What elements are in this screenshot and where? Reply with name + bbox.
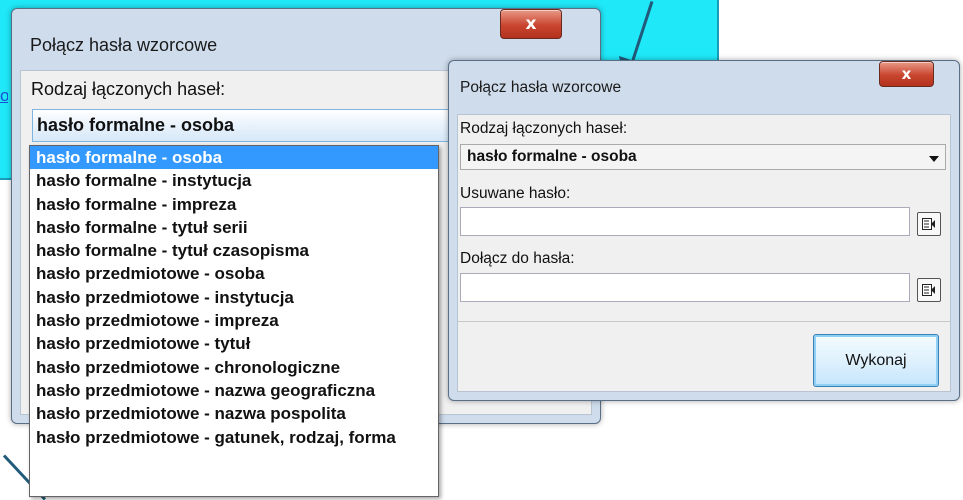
dropdown-option[interactable]: hasło formalne - osoba — [30, 146, 438, 170]
dropdown-option[interactable]: hasło formalne - tytuł serii — [30, 216, 438, 239]
dropdown-option[interactable]: hasło przedmiotowe - tytuł — [30, 332, 438, 355]
attach-entry-picker-button[interactable] — [917, 278, 941, 302]
dialog-title: Połącz hasła wzorcowe — [30, 35, 218, 55]
dropdown-option[interactable]: hasło przedmiotowe - nazwa pospolita — [30, 402, 438, 425]
chevron-down-icon — [929, 156, 939, 162]
removed-entry-field[interactable] — [460, 207, 910, 236]
removed-entry-label: Usuwane hasło: — [460, 185, 571, 202]
dropdown-option[interactable]: hasło formalne - tytuł czasopisma — [30, 239, 438, 262]
picker-icon — [922, 284, 935, 296]
dropdown-option[interactable]: hasło formalne - impreza — [30, 193, 438, 216]
close-icon[interactable]: x — [500, 9, 562, 39]
picker-icon — [922, 218, 935, 230]
dialog-title: Połącz hasła wzorcowe — [460, 79, 622, 96]
merge-dialog-small: Połącz hasła wzorcowe x Rodzaj łączonych… — [448, 60, 960, 401]
attach-entry-label: Dołącz do hasła: — [460, 250, 575, 267]
combo-label: Rodzaj łączonych haseł: — [31, 79, 226, 99]
entry-type-dropdown-list: hasło formalne - osoba hasło formalne - i… — [29, 145, 439, 497]
dropdown-option[interactable]: hasło przedmiotowe - osoba — [30, 262, 438, 285]
execute-button[interactable]: Wykonaj — [813, 334, 939, 387]
dropdown-option[interactable]: hasło formalne - instytucja — [30, 169, 438, 192]
dropdown-option[interactable]: hasło przedmiotowe - chronologiczne — [30, 356, 438, 379]
dialog-client-area: Rodzaj łączonych haseł: hasło formalne -… — [457, 114, 951, 392]
removed-entry-picker-button[interactable] — [917, 212, 941, 236]
dropdown-option[interactable]: hasło przedmiotowe - gatunek, rodzaj, fo… — [30, 426, 438, 449]
combo-value: hasło formalne - osoba — [467, 148, 637, 165]
entry-type-combo[interactable]: hasło formalne - osoba — [32, 109, 472, 142]
background-link-fragment: o — [0, 86, 8, 105]
dropdown-option[interactable]: hasło przedmiotowe - instytucja — [30, 286, 438, 309]
dropdown-option[interactable]: hasło przedmiotowe - nazwa geograficzna — [30, 379, 438, 402]
attach-entry-field[interactable] — [460, 273, 910, 302]
divider — [458, 321, 950, 322]
dropdown-option[interactable]: hasło przedmiotowe - impreza — [30, 309, 438, 332]
close-icon[interactable]: x — [879, 61, 934, 87]
entry-type-combo[interactable]: hasło formalne - osoba — [460, 144, 946, 170]
combo-label: Rodzaj łączonych haseł: — [460, 120, 628, 137]
